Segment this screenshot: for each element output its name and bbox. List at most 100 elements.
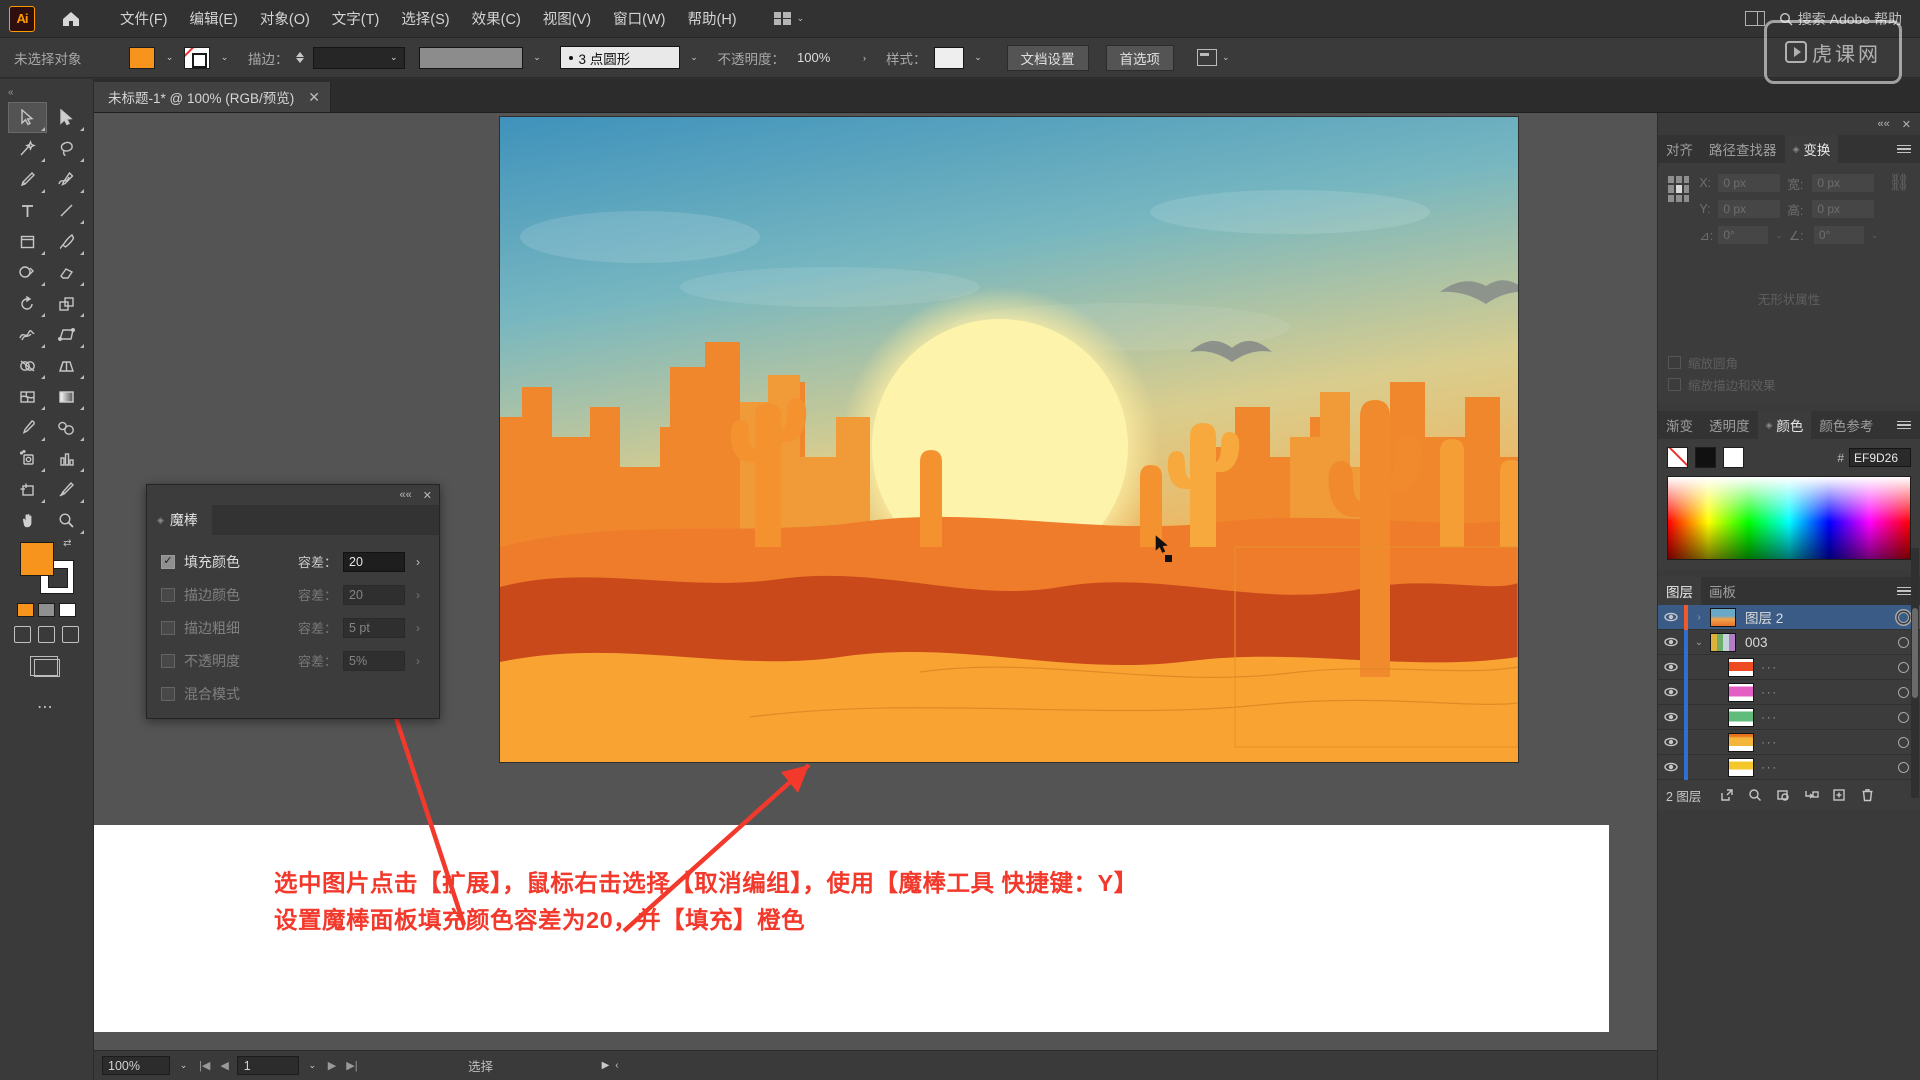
shaper-tool[interactable] <box>8 257 47 288</box>
opacity-expand-icon[interactable]: › <box>857 48 872 68</box>
visibility-toggle-icon[interactable] <box>1658 637 1684 647</box>
eyedropper-tool[interactable] <box>8 412 47 443</box>
option-scale-corners[interactable]: 缩放圆角 <box>1668 353 1910 372</box>
wand-row-stroke-color[interactable]: 描边颜色 容差： 20 › <box>161 578 425 611</box>
hand-tool[interactable] <box>8 505 47 536</box>
eraser-tool[interactable] <box>47 257 86 288</box>
status-expand-icon[interactable]: ▶ <box>602 1060 610 1071</box>
shape-builder-tool[interactable] <box>8 350 47 381</box>
magic-wand-panel[interactable]: «« ✕ ◈ 魔棒 填充颜色 容差： 20 › 描边颜色 <box>146 484 440 719</box>
stroke-weight-stepper[interactable] <box>295 52 304 63</box>
menu-effect[interactable]: 效果(C) <box>461 4 532 33</box>
menu-object[interactable]: 对象(O) <box>249 4 321 33</box>
wand-row-blending-mode[interactable]: 混合模式 <box>161 677 425 710</box>
wand-row-stroke-weight[interactable]: 描边粗细 容差： 5 pt › <box>161 611 425 644</box>
angle-caret-icon[interactable]: ⌄ <box>1775 230 1783 241</box>
stroke-profile-caret-icon[interactable]: ⌄ <box>530 48 545 68</box>
rotate-tool[interactable] <box>8 288 47 319</box>
preferences-button[interactable]: 首选项 <box>1105 44 1174 71</box>
input-width[interactable]: 0 px <box>1811 173 1876 193</box>
fill-dropdown-caret-icon[interactable]: ⌄ <box>162 48 177 68</box>
create-new-layer-icon[interactable] <box>1825 788 1853 802</box>
tolerance-expand-icon-stroke[interactable]: › <box>411 588 425 602</box>
gradient-fill-button[interactable] <box>38 603 55 617</box>
tolerance-input-fill[interactable]: 20 <box>343 551 405 572</box>
panel-menu-icon[interactable] <box>1888 411 1920 439</box>
color-spectrum-picker[interactable] <box>1667 476 1911 560</box>
layer-row-3[interactable]: ··· <box>1658 679 1920 705</box>
visibility-toggle-icon[interactable] <box>1658 737 1684 747</box>
input-shear[interactable]: 0° <box>1812 225 1865 245</box>
checkbox-blending-mode[interactable] <box>161 686 175 701</box>
visibility-toggle-icon[interactable] <box>1658 712 1684 722</box>
visibility-toggle-icon[interactable] <box>1658 762 1684 772</box>
align-options-button[interactable]: ⌄ <box>1197 49 1230 66</box>
swatch-black[interactable] <box>1695 447 1716 468</box>
column-graph-tool[interactable] <box>47 443 86 474</box>
arrange-documents-button[interactable]: ⌄ <box>773 12 804 25</box>
fill-indicator-swatch[interactable] <box>19 542 54 576</box>
document-setup-button[interactable]: 文档设置 <box>1006 44 1089 71</box>
input-angle[interactable]: 0° <box>1717 225 1770 245</box>
direct-selection-tool[interactable] <box>47 102 86 133</box>
menu-help[interactable]: 帮助(H) <box>676 4 747 33</box>
checkbox-scale-corners[interactable] <box>1668 356 1681 369</box>
tolerance-expand-icon-weight[interactable]: › <box>411 621 425 635</box>
create-sublayer-icon[interactable] <box>1797 788 1825 802</box>
tolerance-input-opacity[interactable]: 5% <box>343 650 405 671</box>
swap-fill-stroke-icon[interactable]: ⇄ <box>63 538 71 549</box>
shear-caret-icon[interactable]: ⌄ <box>1871 230 1879 241</box>
layer-row-4[interactable]: ··· <box>1658 704 1920 730</box>
draw-inside-button[interactable] <box>62 626 79 643</box>
swatch-none[interactable] <box>1667 447 1688 468</box>
hex-value-input[interactable]: EF9D26 <box>1849 448 1911 467</box>
color-fill-button[interactable] <box>17 603 34 617</box>
line-segment-tool[interactable] <box>47 195 86 226</box>
collapse-icon[interactable]: «« <box>1878 118 1890 130</box>
wand-row-fill-color[interactable]: 填充颜色 容差： 20 › <box>161 545 425 578</box>
tab-layers[interactable]: 图层 <box>1658 577 1701 605</box>
checkbox-fill-color[interactable] <box>161 554 175 569</box>
locate-object-icon[interactable] <box>1741 788 1769 802</box>
tolerance-input-weight[interactable]: 5 pt <box>343 617 405 638</box>
tab-color[interactable]: ◈ 颜色 <box>1757 411 1812 439</box>
status-collapse-icon[interactable]: ‹ <box>615 1060 618 1071</box>
tab-color-guide[interactable]: 颜色参考 <box>1811 411 1881 439</box>
target-indicator-icon[interactable] <box>1898 686 1909 698</box>
target-indicator-icon[interactable] <box>1898 661 1909 673</box>
fill-stroke-indicator[interactable]: ⇄ <box>19 538 74 594</box>
target-indicator-icon[interactable] <box>1898 736 1909 748</box>
type-tool[interactable] <box>8 195 47 226</box>
layer-row-2[interactable]: ··· <box>1658 654 1920 680</box>
target-indicator-icon[interactable] <box>1898 761 1909 773</box>
tab-artboards[interactable]: 画板 <box>1701 577 1744 605</box>
zoom-caret-icon[interactable]: ⌄ <box>176 1056 191 1076</box>
graphic-style-swatch[interactable] <box>933 46 964 69</box>
expand-layer-icon[interactable]: › <box>1688 612 1710 623</box>
pen-tool[interactable] <box>8 164 47 195</box>
zoom-tool[interactable] <box>47 505 86 536</box>
collapse-icon[interactable]: «« <box>400 489 412 501</box>
checkbox-stroke-color[interactable] <box>161 587 175 602</box>
layer-row-0[interactable]: › 图层 2 <box>1658 604 1920 630</box>
reference-point-selector[interactable] <box>1668 176 1690 202</box>
menu-type[interactable]: 文字(T) <box>321 4 391 33</box>
brush-definition-select[interactable]: 3 点圆形 <box>559 46 680 69</box>
expand-layer-icon[interactable]: ⌄ <box>1688 637 1710 648</box>
tab-align[interactable]: 对齐 <box>1658 135 1701 163</box>
stroke-profile-preview[interactable] <box>418 46 523 69</box>
swatch-white[interactable] <box>1723 447 1744 468</box>
make-clipping-mask-icon[interactable] <box>1769 788 1797 802</box>
mesh-tool[interactable] <box>8 381 47 412</box>
artboard-number-input[interactable]: 1 <box>236 1056 299 1075</box>
menu-window[interactable]: 窗口(W) <box>602 4 676 33</box>
artboard-tool[interactable] <box>8 474 47 505</box>
close-icon[interactable]: ✕ <box>308 89 320 106</box>
paintbrush-tool[interactable] <box>47 226 86 257</box>
menu-select[interactable]: 选择(S) <box>390 4 460 33</box>
zoom-level-input[interactable]: 100% <box>102 1056 170 1075</box>
width-tool[interactable] <box>8 319 47 350</box>
screen-mode-button[interactable] <box>29 656 60 677</box>
tab-pathfinder[interactable]: 路径查找器 <box>1701 135 1785 163</box>
tab-magic-wand[interactable]: ◈ 魔棒 <box>147 505 212 535</box>
